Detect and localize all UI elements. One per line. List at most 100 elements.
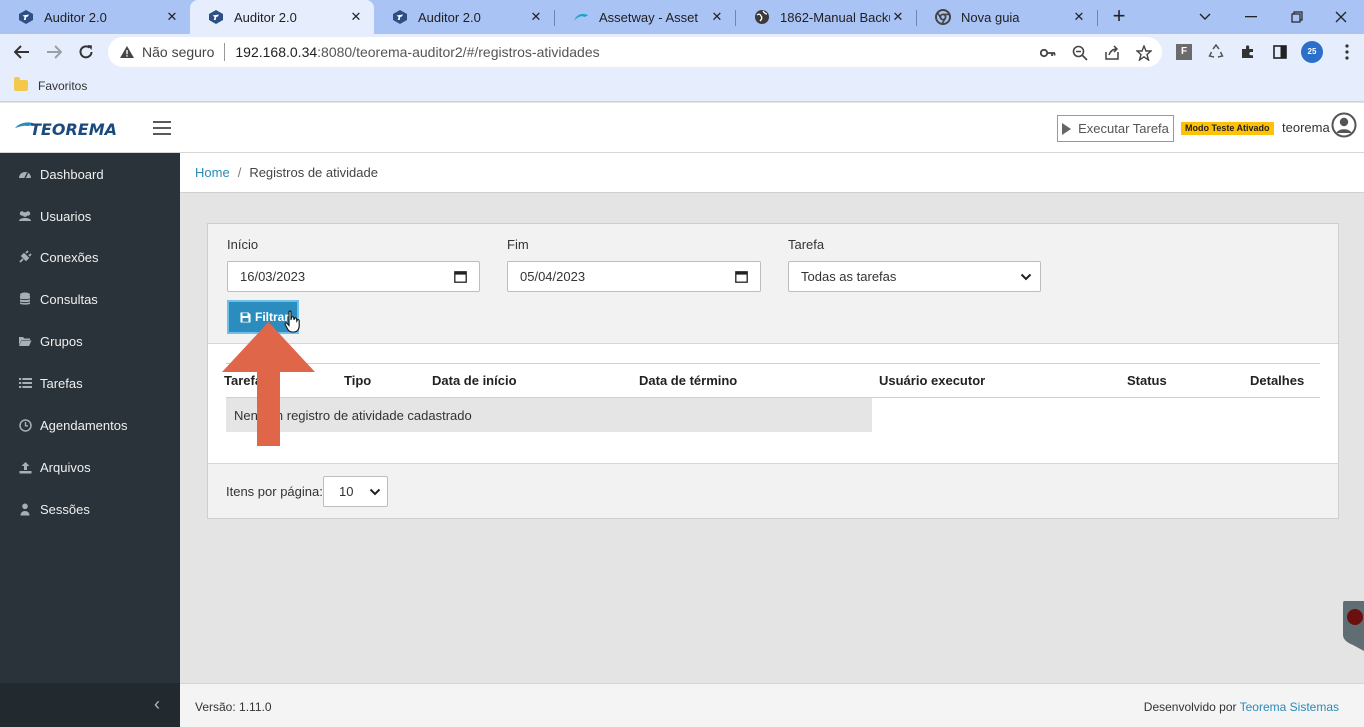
chevron-down-icon xyxy=(1020,273,1032,281)
items-per-page-select[interactable]: 10 xyxy=(323,476,388,507)
sidebar-item-agendamentos[interactable]: Agendamentos xyxy=(0,405,180,445)
sidebar-item-consultas[interactable]: Consultas xyxy=(0,279,180,319)
sidebar-item-arquivos[interactable]: Arquivos xyxy=(0,447,180,487)
company-link[interactable]: Teorema Sistemas xyxy=(1240,700,1339,714)
close-icon[interactable]: ✕ xyxy=(709,9,725,25)
minimize-icon xyxy=(1245,16,1257,18)
reload-icon xyxy=(79,45,93,59)
close-window-button[interactable] xyxy=(1318,0,1364,34)
profile-avatar[interactable]: 25 xyxy=(1301,41,1323,63)
sidebar-item-label: Sessões xyxy=(40,501,90,517)
sidebar-item-label: Dashboard xyxy=(40,166,104,182)
tab-search-button[interactable] xyxy=(1182,0,1228,34)
sidebar-item-sessoes[interactable]: Sessões xyxy=(0,489,180,529)
close-icon[interactable]: ✕ xyxy=(528,9,544,25)
address-bar[interactable]: Não seguro 192.168.0.34:8080/teorema-aud… xyxy=(108,37,1162,67)
start-date-value: 16/03/2023 xyxy=(240,269,306,284)
share-icon[interactable] xyxy=(1102,44,1122,62)
sidebar-footer: ‹ xyxy=(0,683,180,727)
close-icon[interactable]: ✕ xyxy=(164,9,180,25)
tab-separator xyxy=(1097,10,1098,26)
collapse-sidebar-button[interactable]: ‹ xyxy=(150,694,164,714)
browser-tab-6[interactable]: Nova guia ✕ xyxy=(917,0,1097,34)
zoom-icon[interactable] xyxy=(1070,44,1090,62)
sidebar-item-label: Grupos xyxy=(40,333,83,349)
task-label: Tarefa xyxy=(788,237,825,252)
menu-toggle-button[interactable] xyxy=(153,121,171,135)
omnibox-separator xyxy=(224,43,226,61)
calendar-icon[interactable] xyxy=(454,270,467,283)
table-empty-row: Nenhum registro de atividade cadastrado xyxy=(226,398,872,432)
sidebar-item-usuarios[interactable]: Usuarios xyxy=(0,196,180,236)
column-header[interactable]: Usuário executor xyxy=(879,373,985,388)
browser-menu-icon[interactable] xyxy=(1338,43,1356,61)
execute-task-button[interactable]: Executar Tarefa xyxy=(1057,115,1174,142)
recycle-icon[interactable] xyxy=(1207,43,1225,61)
star-icon[interactable] xyxy=(1134,44,1154,62)
restore-button[interactable] xyxy=(1274,0,1320,34)
bookmark-favoritos[interactable]: Favoritos xyxy=(38,79,87,93)
security-label[interactable]: Não seguro xyxy=(142,44,214,60)
user-avatar-icon[interactable] xyxy=(1331,112,1357,138)
sidebar-item-tarefas[interactable]: Tarefas xyxy=(0,363,180,403)
dashboard-icon xyxy=(18,167,32,181)
end-date-input[interactable]: 05/04/2023 xyxy=(507,261,761,292)
teorema-icon xyxy=(208,9,224,25)
column-header[interactable]: Tipo xyxy=(344,373,371,388)
extension-f-icon[interactable]: F xyxy=(1175,43,1193,61)
close-icon[interactable]: ✕ xyxy=(1071,9,1087,25)
username[interactable]: teorema xyxy=(1282,120,1330,135)
browser-tab-4[interactable]: Assetway - Asset ✕ xyxy=(555,0,735,34)
puzzle-icon[interactable] xyxy=(1239,43,1257,61)
url-text[interactable]: 192.168.0.34:8080/teorema-auditor2/#/reg… xyxy=(235,44,599,60)
new-tab-button[interactable]: + xyxy=(1108,5,1130,28)
calendar-icon[interactable] xyxy=(735,270,748,283)
browser-tab-5[interactable]: 1862-Manual Backup ✕ xyxy=(736,0,916,34)
pagination-bar: Itens por página: 10 xyxy=(208,463,1338,518)
test-mode-badge: Modo Teste Ativado xyxy=(1181,122,1274,135)
sidebar-item-label: Tarefas xyxy=(40,375,83,391)
breadcrumb-home-link[interactable]: Home xyxy=(195,165,230,180)
sidebar-item-grupos[interactable]: Grupos xyxy=(0,321,180,361)
sidebar-item-label: Agendamentos xyxy=(40,417,128,433)
task-select[interactable]: Todas as tarefas xyxy=(788,261,1041,292)
breadcrumb-current: Registros de atividade xyxy=(249,165,378,180)
chevron-down-icon xyxy=(1199,13,1211,20)
bookmarks-bar: Favoritos xyxy=(0,70,1364,102)
back-button[interactable] xyxy=(10,41,34,63)
tab-title: Nova guia xyxy=(961,9,1020,25)
column-header[interactable]: Data de início xyxy=(432,373,517,388)
sidebar-item-dashboard[interactable]: Dashboard xyxy=(0,154,180,194)
column-header[interactable]: Data de término xyxy=(639,373,737,388)
start-date-input[interactable]: 16/03/2023 xyxy=(227,261,480,292)
restore-icon xyxy=(1291,11,1303,23)
plug-icon xyxy=(18,250,32,264)
sidebar-item-conexoes[interactable]: Conexões xyxy=(0,237,180,277)
reload-button[interactable] xyxy=(74,41,98,63)
column-header[interactable]: Detalhes xyxy=(1250,373,1304,388)
save-icon xyxy=(240,312,251,322)
folder-icon xyxy=(14,77,28,91)
close-icon[interactable]: ✕ xyxy=(890,9,906,25)
browser-tab-1[interactable]: Auditor 2.0 ✕ xyxy=(0,0,190,34)
breadcrumb: Home / Registros de atividade xyxy=(180,153,1364,193)
browser-tab-bar: Auditor 2.0 ✕ Auditor 2.0 ✕ Auditor 2.0 … xyxy=(0,0,1364,34)
globe-icon xyxy=(754,9,770,25)
table-header: Tarefa Tipo Data de início Data de térmi… xyxy=(224,363,1320,398)
developed-by: Desenvolvido por Teorema Sistemas xyxy=(1144,700,1339,714)
forward-button[interactable] xyxy=(42,41,66,63)
minimize-button[interactable] xyxy=(1228,0,1274,34)
floating-widget-icon[interactable] xyxy=(1341,601,1364,651)
column-header[interactable]: Status xyxy=(1127,373,1167,388)
teorema-logo[interactable]: TEOREMA xyxy=(14,117,117,141)
warning-icon[interactable] xyxy=(118,43,136,61)
key-icon[interactable] xyxy=(1038,44,1058,62)
sidebar: Dashboard Usuarios Conexões Consultas Gr… xyxy=(0,153,180,727)
browser-tab-2[interactable]: Auditor 2.0 ✕ xyxy=(190,0,374,34)
annotation-arrow-icon xyxy=(222,322,315,446)
chrome-icon xyxy=(935,9,951,25)
app-header: TEOREMA Executar Tarefa Modo Teste Ativa… xyxy=(0,103,1364,153)
side-panel-icon[interactable] xyxy=(1271,43,1289,61)
close-icon[interactable]: ✕ xyxy=(348,9,364,25)
browser-tab-3[interactable]: Auditor 2.0 ✕ xyxy=(374,0,554,34)
